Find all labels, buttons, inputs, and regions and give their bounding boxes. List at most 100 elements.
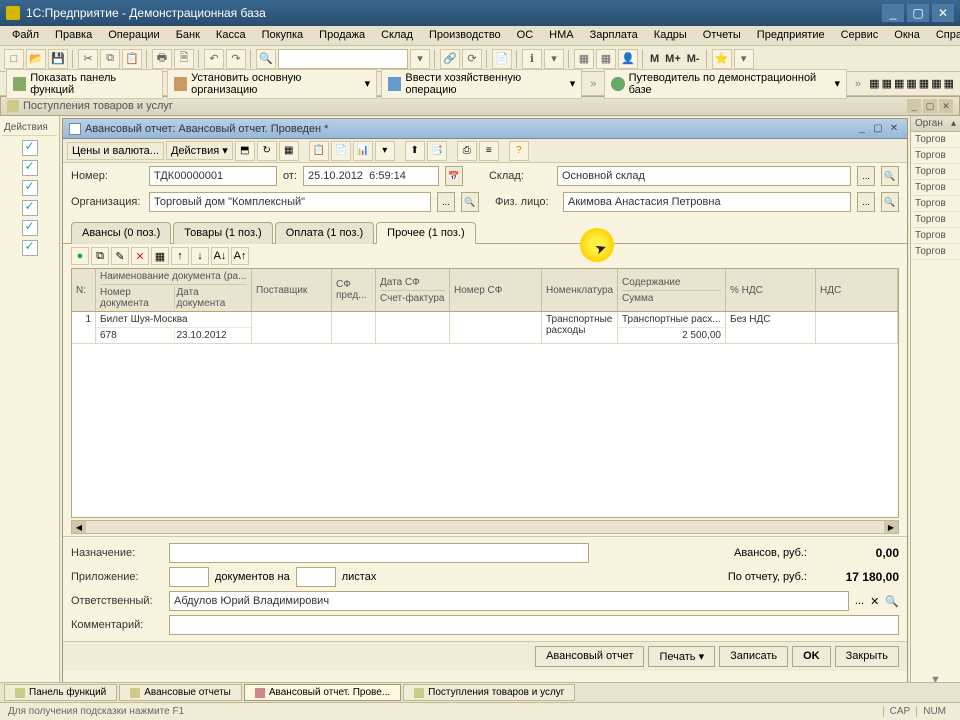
check-icon[interactable] bbox=[22, 220, 38, 236]
doc-icon[interactable]: 📄 bbox=[492, 49, 512, 69]
search-input[interactable] bbox=[278, 49, 408, 69]
move-up-icon[interactable]: ↑ bbox=[171, 247, 189, 265]
number-input[interactable] bbox=[149, 166, 277, 186]
edit-row-icon[interactable]: ✎ bbox=[111, 247, 129, 265]
fb-icon-6[interactable]: ▦ bbox=[931, 77, 941, 90]
dt-icon-1[interactable]: ⬒ bbox=[235, 141, 255, 161]
grid-hscroll[interactable]: ◀ ▶ bbox=[71, 520, 899, 534]
col-datesf[interactable]: Дата СФ Счет-фактура bbox=[376, 269, 450, 311]
fb-icon-4[interactable]: ▦ bbox=[906, 77, 916, 90]
mminus-button[interactable]: M- bbox=[685, 53, 702, 65]
dt-icon-4[interactable]: 📋 bbox=[309, 141, 329, 161]
star-icon[interactable]: ⭐ bbox=[712, 49, 732, 69]
calc1-icon[interactable]: ▦ bbox=[574, 49, 594, 69]
naz-input[interactable] bbox=[169, 543, 589, 563]
close-doc-button[interactable]: Закрыть bbox=[835, 646, 899, 667]
rcol-header[interactable]: Орган▴ bbox=[911, 116, 960, 132]
comm-input[interactable] bbox=[169, 615, 899, 635]
more-dots-2[interactable]: » bbox=[851, 78, 865, 90]
dt-icon-5[interactable]: 📄 bbox=[331, 141, 351, 161]
new-icon[interactable]: □ bbox=[4, 49, 24, 69]
menu-help[interactable]: Справка bbox=[928, 26, 960, 45]
task-panel[interactable]: Панель функций bbox=[4, 684, 117, 701]
col-content[interactable]: Содержание Сумма bbox=[618, 269, 726, 311]
rcol-item[interactable]: Торгов bbox=[911, 180, 960, 196]
menu-warehouse[interactable]: Склад bbox=[373, 26, 421, 45]
print-button[interactable]: Печать ▾ bbox=[648, 646, 715, 667]
menu-os[interactable]: ОС bbox=[509, 26, 542, 45]
grid-row[interactable]: 1 Билет Шуя-Москва 678 23.10.2012 Трансп… bbox=[72, 312, 898, 344]
tab-goods[interactable]: Товары (1 поз.) bbox=[173, 222, 272, 244]
subwin-close[interactable]: ✕ bbox=[939, 99, 953, 113]
fb-icon-1[interactable]: ▦ bbox=[869, 77, 879, 90]
help-icon[interactable]: ℹ bbox=[522, 49, 542, 69]
check-icon[interactable] bbox=[22, 200, 38, 216]
rcol-item[interactable]: Торгов bbox=[911, 132, 960, 148]
subwin-max[interactable]: ▢ bbox=[923, 99, 937, 113]
menu-edit[interactable]: Правка bbox=[47, 26, 100, 45]
fb-icon-3[interactable]: ▦ bbox=[894, 77, 904, 90]
menu-production[interactable]: Производство bbox=[421, 26, 509, 45]
col-sf[interactable]: СФ пред... bbox=[332, 269, 376, 311]
sklad-select-icon[interactable]: ... bbox=[857, 166, 875, 186]
person-search-icon[interactable]: 🔍 bbox=[881, 192, 899, 212]
task-current[interactable]: Авансовый отчет. Прове... bbox=[244, 684, 401, 701]
print-icon[interactable]: 🖶 bbox=[152, 49, 172, 69]
person-input[interactable] bbox=[563, 192, 851, 212]
dt-icon-11[interactable]: ≡ bbox=[479, 141, 499, 161]
write-button[interactable]: Записать bbox=[719, 646, 788, 667]
dt-help-icon[interactable]: ? bbox=[509, 141, 529, 161]
preview-icon[interactable]: 🗎 bbox=[174, 49, 194, 69]
enter-op-button[interactable]: Ввести хозяйственную операцию ▾ bbox=[381, 69, 582, 99]
resp-clear-icon[interactable]: ✕ bbox=[870, 595, 879, 608]
menu-operations[interactable]: Операции bbox=[100, 26, 167, 45]
col-n[interactable]: N: bbox=[72, 269, 96, 311]
tab-payment[interactable]: Оплата (1 поз.) bbox=[275, 222, 374, 244]
fb-icon-2[interactable]: ▦ bbox=[882, 77, 892, 90]
advance-report-button[interactable]: Авансовый отчет bbox=[535, 646, 644, 667]
menu-service[interactable]: Сервис bbox=[833, 26, 887, 45]
doc-header[interactable]: Авансовый отчет: Авансовый отчет. Провед… bbox=[63, 119, 907, 139]
check-icon[interactable] bbox=[22, 240, 38, 256]
save-icon[interactable]: 💾 bbox=[48, 49, 68, 69]
org-select-icon[interactable]: ... bbox=[437, 192, 455, 212]
minimize-button[interactable]: _ bbox=[882, 4, 904, 22]
delete-row-icon[interactable]: ✕ bbox=[131, 247, 149, 265]
menu-nma[interactable]: НМА bbox=[541, 26, 581, 45]
dt-icon-6[interactable]: 📊 bbox=[353, 141, 373, 161]
more-icon[interactable]: ▾ bbox=[544, 49, 564, 69]
doc-max[interactable]: ▢ bbox=[871, 122, 885, 136]
col-name[interactable]: Наименование документа (ра... Номер доку… bbox=[96, 269, 252, 311]
dt-icon-3[interactable]: ▦ bbox=[279, 141, 299, 161]
fb-icon-7[interactable]: ▦ bbox=[944, 77, 954, 90]
menu-reports[interactable]: Отчеты bbox=[695, 26, 749, 45]
rcol-item[interactable]: Торгов bbox=[911, 196, 960, 212]
dropdown-icon[interactable]: ▾ bbox=[410, 49, 430, 69]
calendar-icon[interactable]: 📅 bbox=[445, 166, 463, 186]
menu-salary[interactable]: Зарплата bbox=[582, 26, 646, 45]
menu-enterprise[interactable]: Предприятие bbox=[749, 26, 833, 45]
user-icon[interactable]: 👤 bbox=[618, 49, 638, 69]
rcol-item[interactable]: Торгов bbox=[911, 244, 960, 260]
col-numsf[interactable]: Номер СФ bbox=[450, 269, 542, 311]
col-vatpct[interactable]: % НДС bbox=[726, 269, 816, 311]
add-row-icon[interactable]: ● bbox=[71, 247, 89, 265]
set-org-button[interactable]: Установить основную организацию ▾ bbox=[167, 69, 377, 99]
move-down-icon[interactable]: ↓ bbox=[191, 247, 209, 265]
check-icon[interactable] bbox=[22, 160, 38, 176]
maximize-button[interactable]: ▢ bbox=[907, 4, 929, 22]
redo-icon[interactable]: ↷ bbox=[226, 49, 246, 69]
search-icon[interactable]: 🔍 bbox=[256, 49, 276, 69]
link-icon[interactable]: 🔗 bbox=[440, 49, 460, 69]
sklad-input[interactable] bbox=[557, 166, 851, 186]
close-button[interactable]: ✕ bbox=[932, 4, 954, 22]
resp-select-icon[interactable]: ... bbox=[855, 595, 864, 607]
menu-hr[interactable]: Кадры bbox=[646, 26, 695, 45]
menu-cash[interactable]: Касса bbox=[208, 26, 254, 45]
dt-icon-10[interactable]: ⎙ bbox=[457, 141, 477, 161]
fb-icon-5[interactable]: ▦ bbox=[919, 77, 929, 90]
m-button[interactable]: M bbox=[648, 53, 661, 65]
star-drop-icon[interactable]: ▾ bbox=[734, 49, 754, 69]
ok-button[interactable]: OK bbox=[792, 646, 831, 667]
guide-button[interactable]: Путеводитель по демонстрационной базе ▾ bbox=[604, 69, 847, 99]
